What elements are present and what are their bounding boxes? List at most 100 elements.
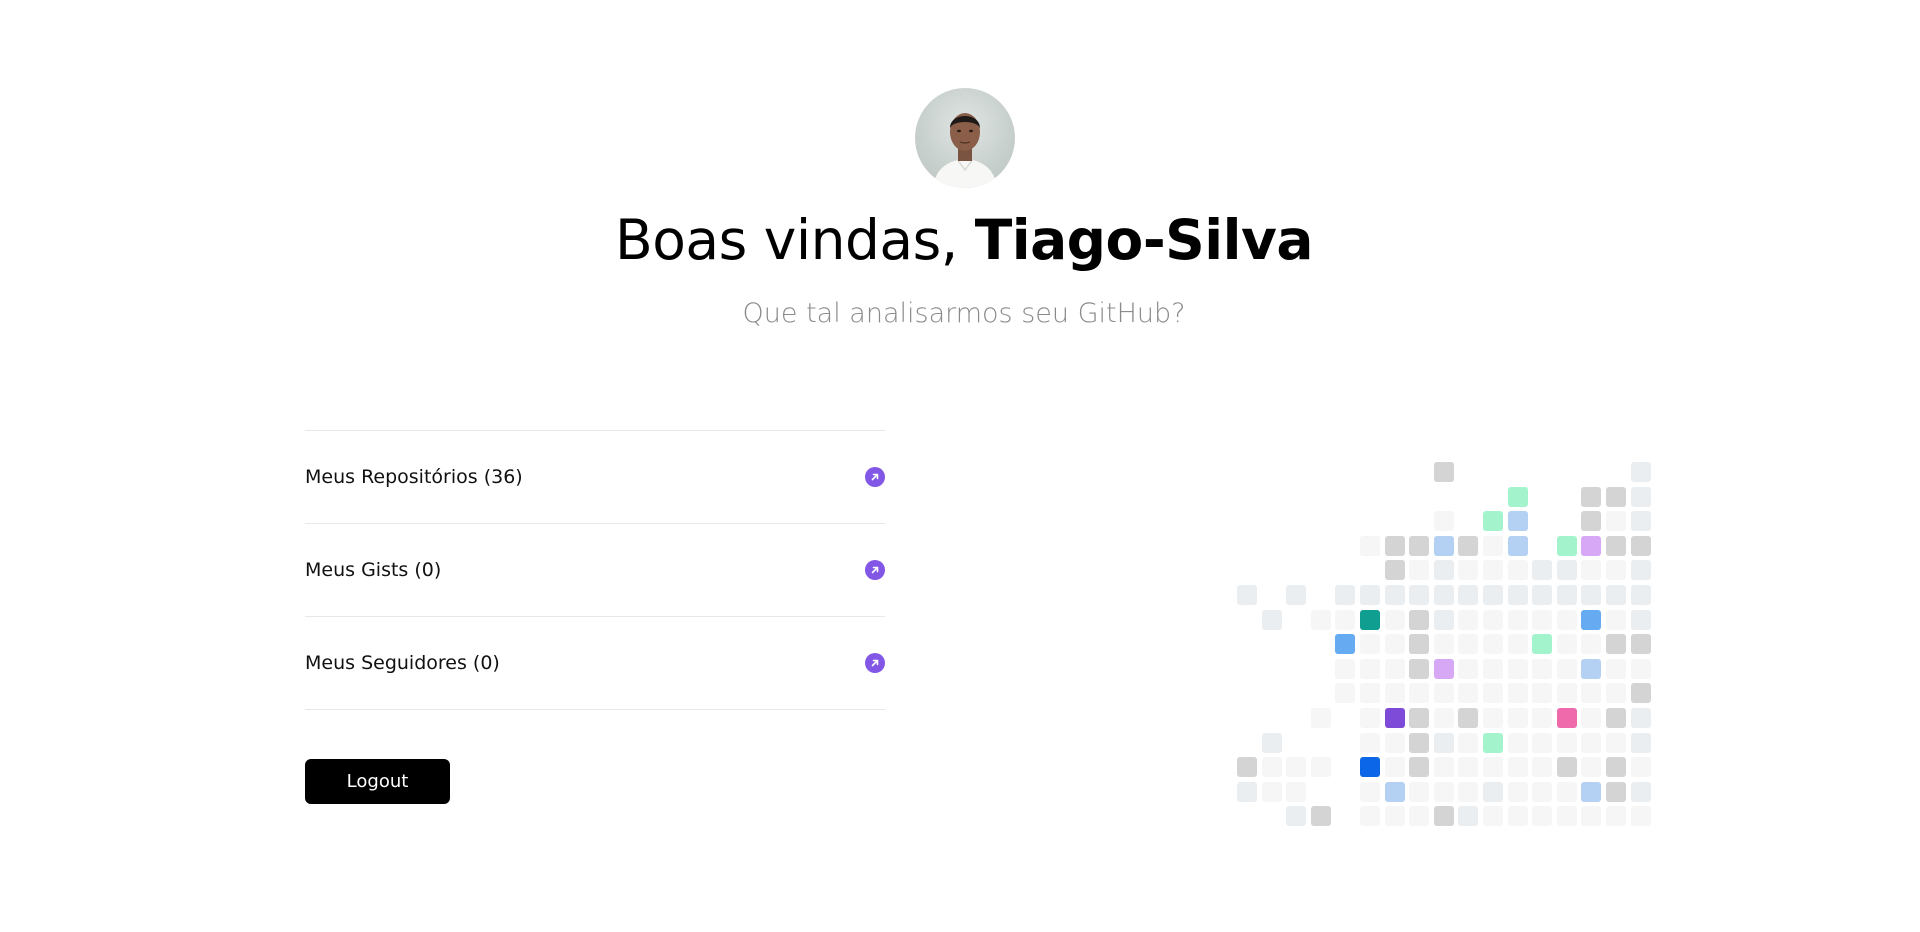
grid-cell [1483,806,1503,826]
grid-cell [1409,560,1429,580]
grid-cell [1606,708,1626,728]
grid-cell [1581,733,1601,753]
grid-cell [1631,462,1651,482]
grid-cell [1409,733,1429,753]
grid-cell [1557,536,1577,556]
grid-cell [1557,610,1577,630]
grid-cell [1409,610,1429,630]
grid-cell [1606,610,1626,630]
grid-cell [1532,708,1552,728]
grid-cell [1532,806,1552,826]
grid-cell [1458,659,1478,679]
grid-cell [1434,659,1454,679]
grid-cell [1557,782,1577,802]
grid-cell [1631,782,1651,802]
grid-cell [1483,560,1503,580]
grid-cell [1483,733,1503,753]
grid-cell [1581,487,1601,507]
menu-item-repositories[interactable]: Meus Repositórios (36) [305,431,885,524]
menu-item-label: Meus Gists (0) [305,559,442,581]
grid-cell [1409,585,1429,605]
grid-cell [1508,659,1528,679]
grid-cell [1532,782,1552,802]
grid-cell [1458,634,1478,654]
grid-cell [1532,757,1552,777]
grid-cell [1434,757,1454,777]
grid-cell [1237,782,1257,802]
grid-cell [1385,634,1405,654]
grid-cell [1508,757,1528,777]
grid-cell [1631,585,1651,605]
grid-cell [1385,536,1405,556]
grid-cell [1508,806,1528,826]
logout-button[interactable]: Logout [305,759,450,804]
grid-cell [1409,757,1429,777]
grid-cell [1508,536,1528,556]
grid-cell [1311,806,1331,826]
grid-cell [1458,757,1478,777]
grid-cell [1262,733,1282,753]
grid-cell [1483,683,1503,703]
grid-cell [1631,560,1651,580]
grid-cell [1508,511,1528,531]
grid-cell [1532,683,1552,703]
menu-item-label: Meus Seguidores (0) [305,652,500,674]
grid-cell [1508,560,1528,580]
grid-cell [1606,733,1626,753]
grid-cell [1557,634,1577,654]
grid-cell [1606,683,1626,703]
grid-cell [1409,683,1429,703]
grid-cell [1532,560,1552,580]
grid-cell [1483,610,1503,630]
grid-cell [1458,585,1478,605]
grid-cell [1434,708,1454,728]
grid-cell [1409,659,1429,679]
grid-cell [1409,536,1429,556]
grid-cell [1606,782,1626,802]
grid-cell [1557,585,1577,605]
grid-cell [1483,659,1503,679]
grid-cell [1360,757,1380,777]
grid-cell [1606,757,1626,777]
grid-cell [1434,511,1454,531]
grid-cell [1631,806,1651,826]
grid-cell [1532,634,1552,654]
grid-cell [1631,511,1651,531]
grid-cell [1508,585,1528,605]
grid-cell [1483,585,1503,605]
grid-cell [1631,634,1651,654]
grid-cell [1262,610,1282,630]
menu-item-followers[interactable]: Meus Seguidores (0) [305,617,885,710]
grid-cell [1631,610,1651,630]
grid-cell [1508,782,1528,802]
grid-cell [1606,487,1626,507]
grid-cell [1557,683,1577,703]
grid-cell [1434,536,1454,556]
grid-cell [1434,782,1454,802]
grid-cell [1581,560,1601,580]
grid-cell [1508,733,1528,753]
grid-cell [1335,634,1355,654]
greeting-text: Boas vindas, [615,208,975,272]
grid-cell [1385,560,1405,580]
grid-cell [1631,659,1651,679]
grid-cell [1581,806,1601,826]
grid-cell [1434,585,1454,605]
grid-cell [1385,683,1405,703]
grid-cell [1532,585,1552,605]
grid-cell [1434,610,1454,630]
grid-cell [1508,634,1528,654]
grid-cell [1311,708,1331,728]
grid-cell [1631,683,1651,703]
grid-cell [1508,610,1528,630]
grid-cell [1631,536,1651,556]
grid-cell [1458,536,1478,556]
grid-cell [1631,487,1651,507]
grid-cell [1581,610,1601,630]
grid-cell [1237,757,1257,777]
grid-cell [1286,782,1306,802]
grid-cell [1508,683,1528,703]
menu-item-gists[interactable]: Meus Gists (0) [305,524,885,617]
grid-cell [1532,610,1552,630]
arrow-up-right-circle-icon [865,653,885,673]
